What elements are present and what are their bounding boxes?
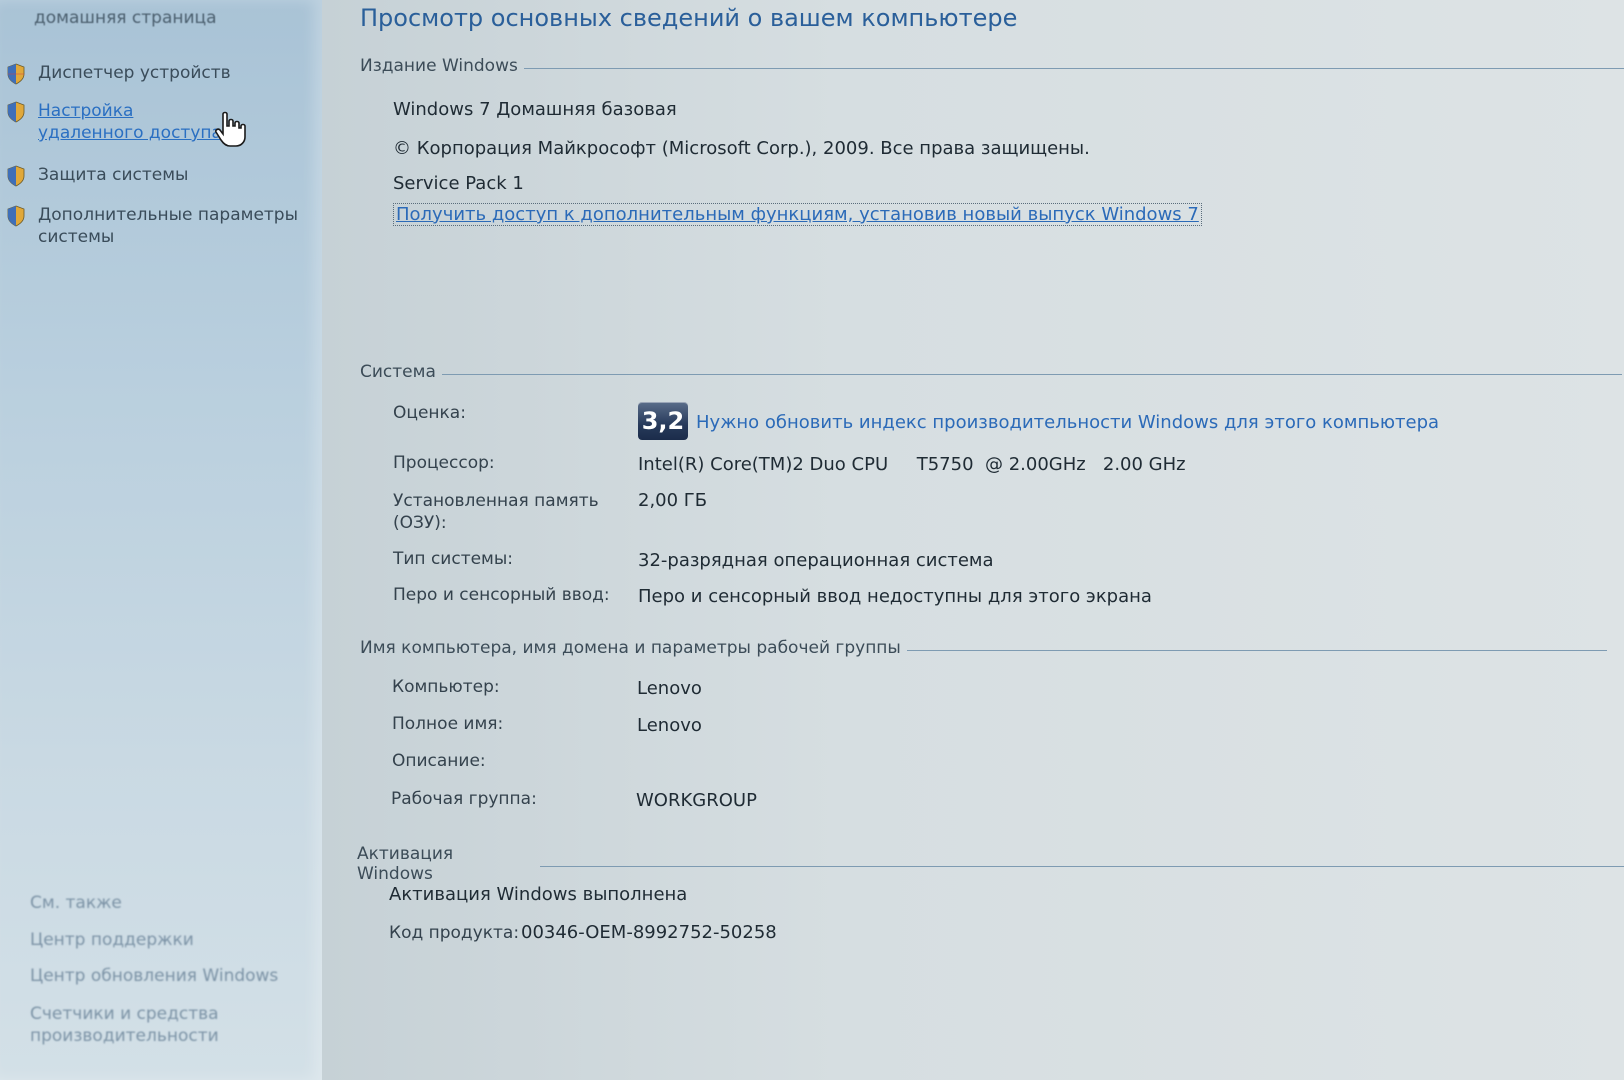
cpu-value: Intel(R) Core(TM)2 Duo CPU T5750 @ 2.00G…	[638, 454, 1186, 475]
pen-touch-value: Перо и сенсорный ввод недоступны для это…	[638, 586, 1152, 607]
pen-touch-label: Перо и сенсорный ввод:	[393, 585, 610, 605]
sidebar-item-device-manager[interactable]: Диспетчер устройств	[6, 62, 308, 85]
section-activation: Активация Windows	[357, 844, 1624, 884]
shield-icon	[6, 101, 26, 123]
shield-icon	[6, 63, 26, 85]
full-name-value: Lenovo	[637, 715, 702, 736]
copyright-text: © Корпорация Майкрософт (Microsoft Corp.…	[393, 138, 1090, 159]
sidebar-item-remote-settings[interactable]: Настройка удаленного доступа	[6, 100, 238, 144]
computer-name-label: Компьютер:	[392, 677, 500, 697]
performance-index-link[interactable]: Нужно обновить индекс производительности…	[696, 412, 1439, 433]
section-heading: Имя компьютера, имя домена и параметры р…	[360, 638, 901, 658]
product-key-value: 00346-OEM-8992752-50258	[521, 922, 777, 943]
edition-name: Windows 7 Домашняя базовая	[393, 99, 677, 120]
section-system: Система	[360, 362, 1622, 382]
see-also-heading: См. также	[30, 893, 122, 913]
section-computer-name: Имя компьютера, имя домена и параметры р…	[360, 638, 1607, 658]
sidebar-item-label: Дополнительные параметры системы	[38, 205, 299, 247]
see-also-performance[interactable]: Счетчики и средства производительности	[30, 1003, 260, 1047]
page-title: Просмотр основных сведений о вашем компь…	[360, 4, 1018, 32]
service-pack: Service Pack 1	[393, 173, 524, 194]
sidebar-item-label: Настройка удаленного доступа	[38, 101, 222, 143]
description-label: Описание:	[392, 751, 486, 771]
sidebar-item-advanced-settings[interactable]: Дополнительные параметры системы	[6, 204, 308, 248]
activation-status: Активация Windows выполнена	[389, 884, 688, 905]
section-edition: Издание Windows	[360, 56, 1624, 76]
rating-label: Оценка:	[393, 403, 466, 423]
hand-cursor-icon	[215, 111, 246, 147]
left-nav-pane: домашняя страница Диспетчер устройств На…	[0, 0, 322, 1080]
sidebar-item-label: Диспетчер устройств	[38, 63, 231, 83]
ram-label: Установленная память (ОЗУ):	[393, 491, 599, 533]
sidebar-item-label: Защита системы	[38, 165, 189, 185]
section-divider	[441, 373, 1622, 375]
see-also-windows-update[interactable]: Центр обновления Windows	[30, 966, 278, 986]
system-type-label: Тип системы:	[393, 549, 514, 569]
section-divider	[540, 865, 1624, 867]
shield-icon	[6, 165, 26, 187]
computer-name-value: Lenovo	[637, 678, 702, 699]
cpu-label: Процессор:	[393, 453, 495, 473]
ram-value: 2,00 ГБ	[638, 490, 708, 511]
section-heading: Издание Windows	[360, 56, 518, 76]
control-panel-home-link[interactable]: домашняя страница	[34, 8, 217, 28]
sidebar-item-system-protection[interactable]: Защита системы	[6, 164, 308, 187]
product-key-label: Код продукта:	[389, 923, 520, 943]
system-type-value: 32-разрядная операционная система	[638, 550, 994, 571]
see-also-action-center[interactable]: Центр поддержки	[30, 930, 194, 950]
upgrade-windows-link[interactable]: Получить доступ к дополнительным функция…	[393, 203, 1202, 226]
main-content	[322, 0, 1624, 1080]
shield-icon	[6, 205, 26, 227]
workgroup-label: Рабочая группа:	[391, 789, 537, 809]
section-heading: Активация Windows	[357, 844, 454, 884]
workgroup-value: WORKGROUP	[636, 790, 757, 811]
section-divider	[906, 649, 1607, 651]
full-name-label: Полное имя:	[392, 714, 504, 734]
section-heading: Система	[360, 362, 436, 382]
section-divider	[523, 67, 1624, 69]
performance-index-badge[interactable]: 3,2	[638, 402, 688, 440]
